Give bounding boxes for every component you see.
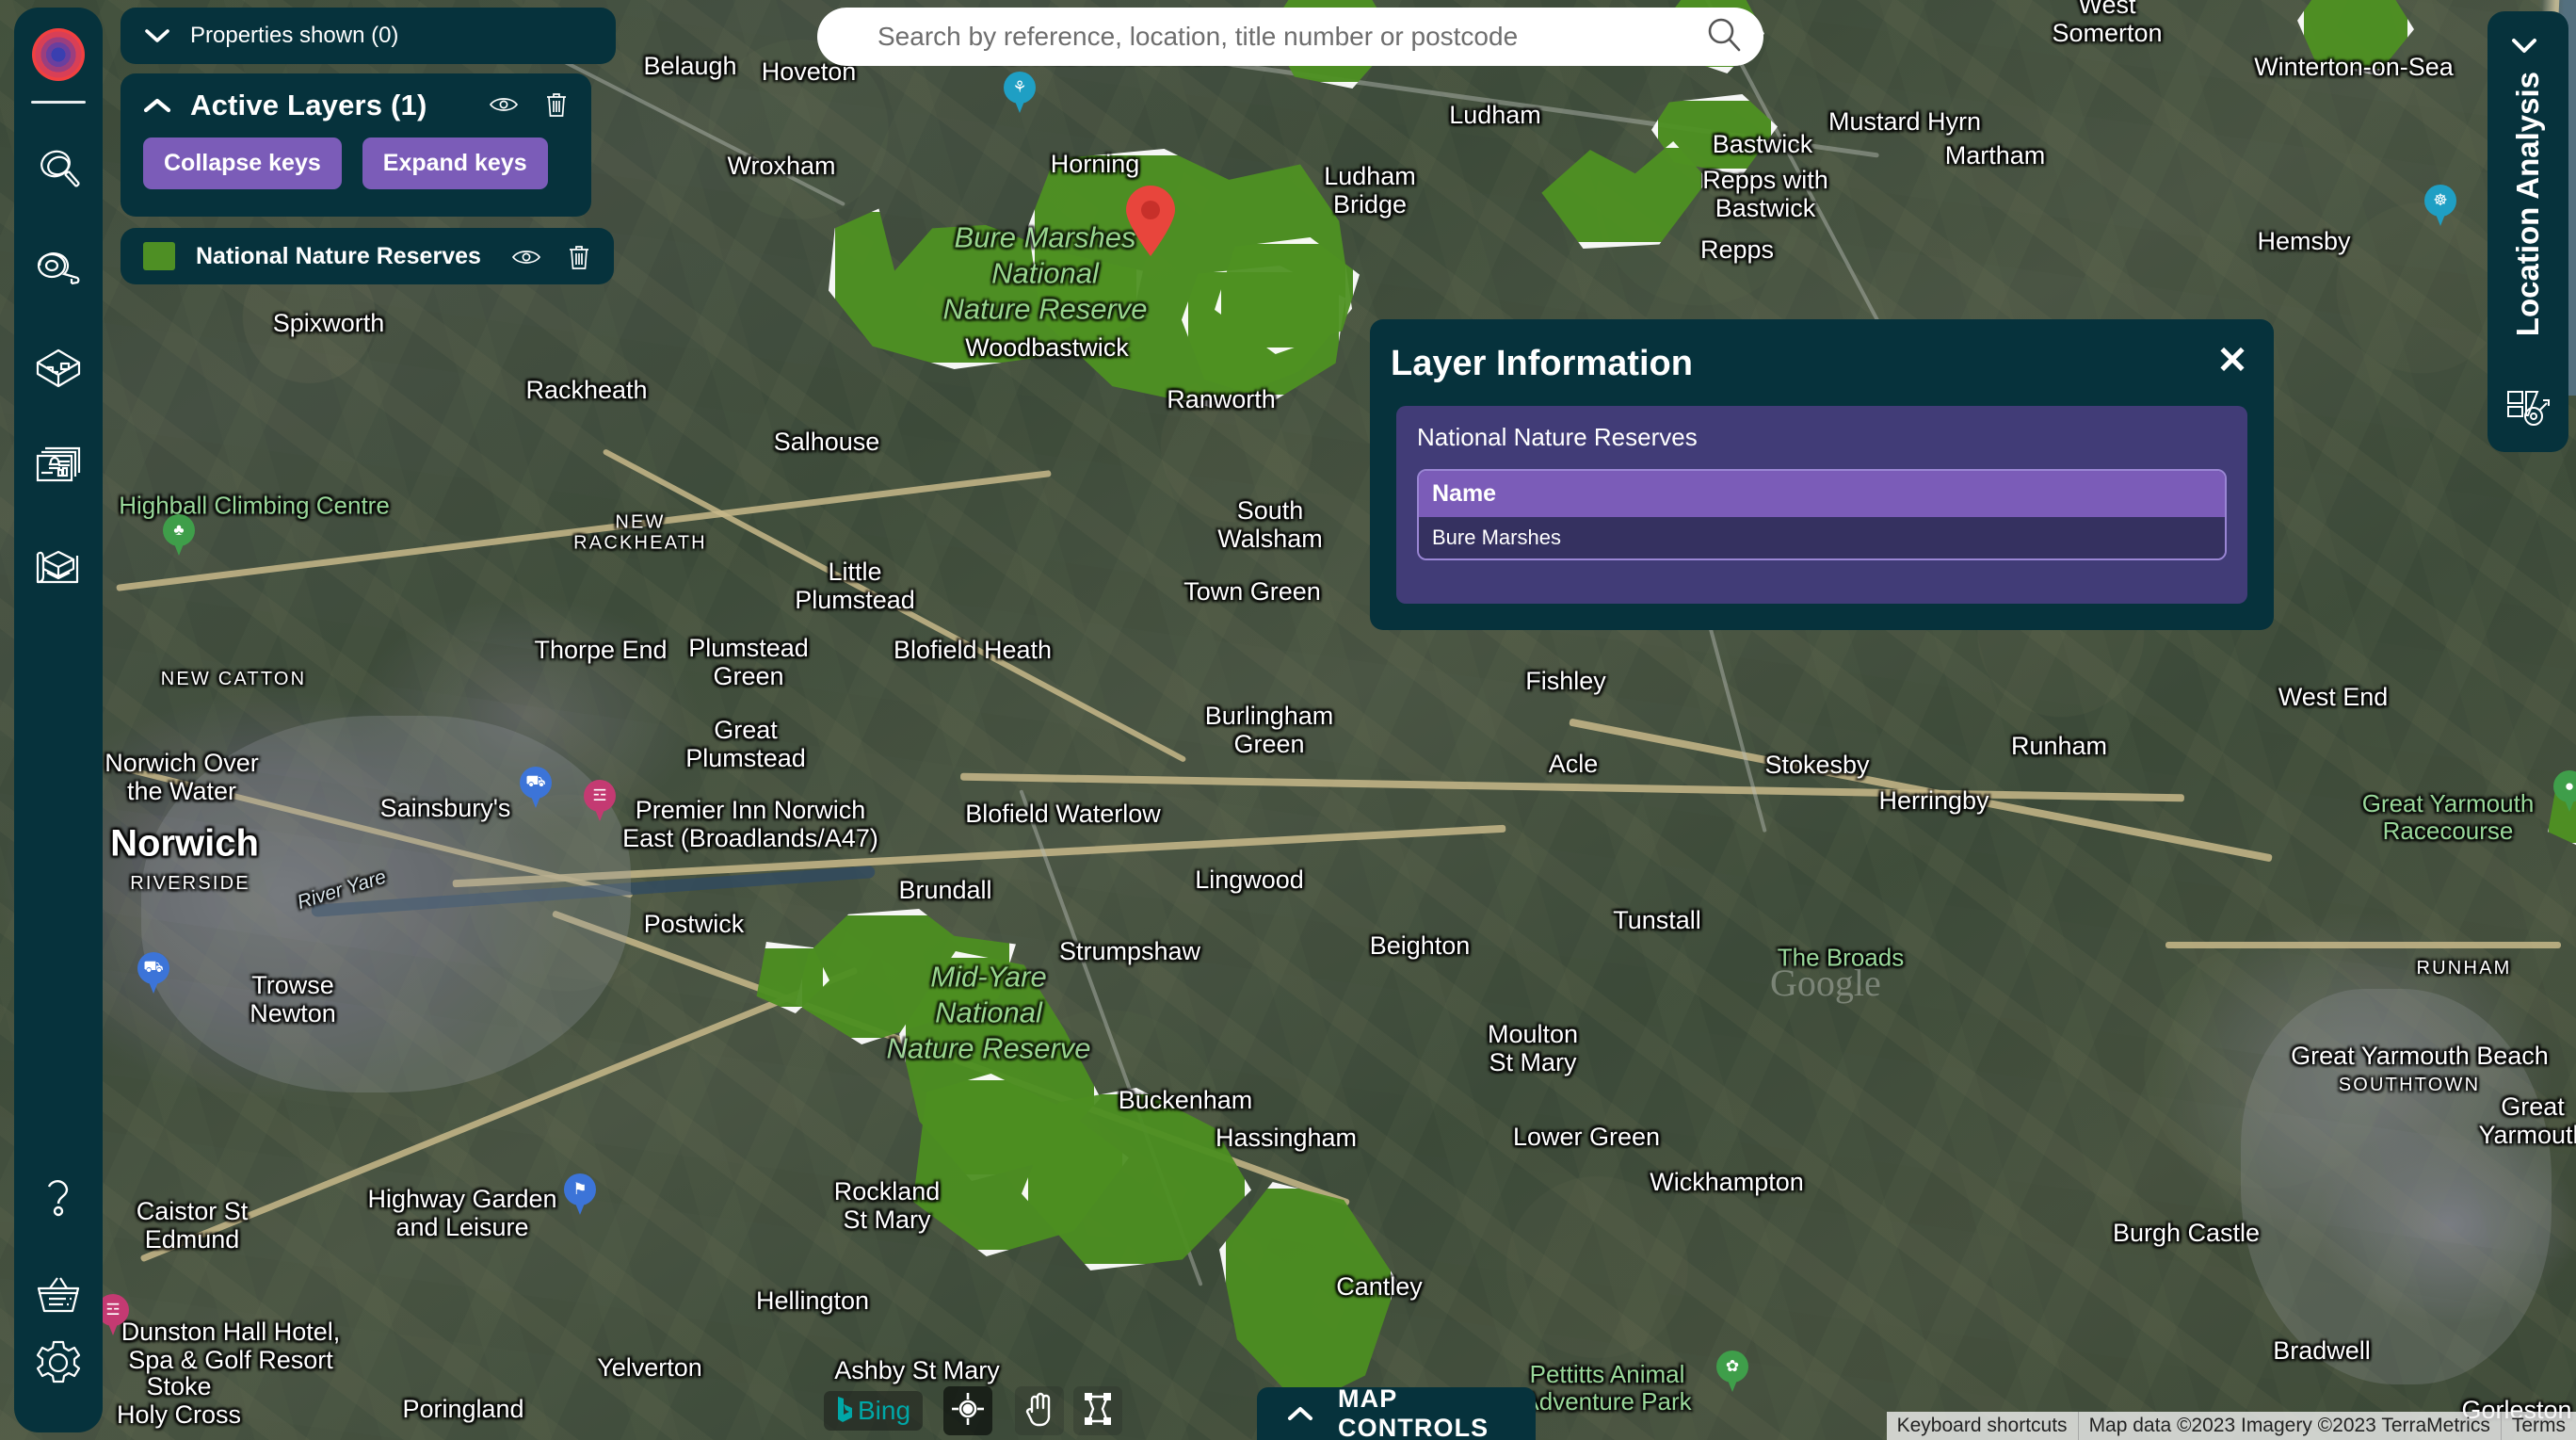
map-application: Bure Marshes National Nature Reserve Mid… [0,0,2576,1440]
basket-icon [34,1270,83,1319]
terms-link[interactable]: Terms [2501,1412,2576,1440]
map-controls-bar[interactable]: MAP CONTROLS [1257,1387,1536,1440]
app-logo[interactable] [28,24,89,85]
sidebar-item-basket[interactable] [24,1261,92,1329]
road-yarmouth [2165,942,2561,948]
locate-me-button[interactable] [943,1386,992,1435]
urban-great-yarmouth [2241,989,2552,1384]
measure-tool-icon [34,245,83,294]
urban-norwich [141,716,631,1092]
location-analysis-label: Location Analysis [2510,72,2546,336]
map-controls-label: MAP CONTROLS [1338,1384,1536,1440]
pettitts-pin[interactable]: ✿ [1716,1351,1748,1392]
sainsburys-pin[interactable]: ⛟ [520,767,552,808]
layer-key-buttons: Collapse keys Expand keys [121,122,591,189]
layer-color-swatch [143,242,175,270]
expand-keys-button[interactable]: Expand keys [362,138,548,189]
collapse-keys-button[interactable]: Collapse keys [143,138,342,189]
layer-information-title: Layer Information [1391,344,1693,384]
sidebar-item-search-properties[interactable] [24,136,92,203]
table-header-name: Name [1419,471,2225,517]
reports-icon [34,445,83,493]
sidebar-item-settings[interactable] [24,1329,92,1397]
layer-information-dialog: Layer Information ✕ National Nature Rese… [1370,319,2274,630]
premier-inn-pin[interactable]: ☲ [584,780,616,821]
eye-icon[interactable] [490,90,518,119]
left-sidebar [14,8,103,1432]
map-attribution-bar: Keyboard shortcuts Map data ©2023 Imager… [1887,1412,2576,1440]
chevron-left-icon [2510,35,2546,57]
aldi-pin[interactable]: ⛟ [137,952,169,994]
hand-pan-icon [1023,1391,1055,1432]
properties-shown-label: Properties shown (0) [190,23,398,49]
search-bar[interactable] [817,8,1763,66]
location-analysis-tab[interactable]: Location Analysis [2487,11,2568,452]
bing-label: Bing [858,1396,910,1426]
trash-icon[interactable] [542,90,571,119]
keyboard-shortcuts-link[interactable]: Keyboard shortcuts [1887,1412,2078,1440]
settings-gear-icon [34,1338,83,1387]
active-layers-actions [490,90,571,119]
racecourse-pin[interactable]: ● [2553,770,2576,812]
selected-location-marker[interactable] [1124,185,1177,256]
sidebar-divider [31,101,86,104]
search-icon[interactable] [1705,16,1743,58]
chevron-down-icon[interactable] [145,24,169,48]
map-3d-icon [34,544,83,593]
map-data-attribution: Map data ©2023 Imagery ©2023 TerraMetric… [2078,1412,2501,1440]
crosshair-locate-icon [950,1391,986,1432]
layer-information-body: National Nature Reserves Name Bure Marsh… [1396,406,2247,604]
layers-3d-icon [34,345,83,394]
active-layers-label: Active Layers (1) [190,89,427,122]
highway-garden-pin[interactable]: ⚑ [564,1173,596,1215]
search-input[interactable] [876,21,1705,53]
active-layers-panel: Active Layers (1) Collapse keys [121,73,591,217]
trash-icon[interactable] [565,243,593,271]
sidebar-item-reports[interactable] [24,435,92,503]
draw-polygon-button[interactable] [1073,1386,1122,1435]
eye-icon[interactable] [512,243,540,271]
help-icon [34,1171,83,1220]
hemsby-pin[interactable]: ☸ [2424,185,2456,226]
bing-b-icon [836,1395,853,1428]
sidebar-item-help[interactable] [24,1161,92,1229]
target-logo-icon [32,28,85,81]
park-pin[interactable]: ♣ [163,514,195,556]
properties-shown-panel[interactable]: Properties shown (0) [121,8,616,64]
layer-information-layer-name: National Nature Reserves [1417,423,2227,452]
bewilderwood-pin[interactable]: ⚘ [1004,72,1036,113]
chevron-up-icon[interactable] [143,92,171,119]
layer-information-table: Name Bure Marshes [1417,469,2227,560]
polygon-draw-icon [1082,1391,1114,1432]
layer-list-item[interactable]: National Nature Reserves [121,228,614,284]
active-layers-header[interactable]: Active Layers (1) [121,73,591,122]
sidebar-item-measure[interactable] [24,235,92,303]
close-icon[interactable]: ✕ [2212,340,2253,381]
pan-tool-button[interactable] [1015,1386,1064,1435]
sidebar-item-layers[interactable] [24,335,92,403]
sidebar-item-3d-map[interactable] [24,535,92,603]
layer-name-label: National Nature Reserves [196,243,481,270]
layer-item-actions [512,243,593,271]
chevron-up-icon [1287,1401,1313,1427]
search-properties-icon [34,145,83,194]
location-analysis-icon [2505,387,2551,433]
table-row: Bure Marshes [1419,517,2225,558]
bing-logo[interactable]: Bing [824,1391,923,1431]
